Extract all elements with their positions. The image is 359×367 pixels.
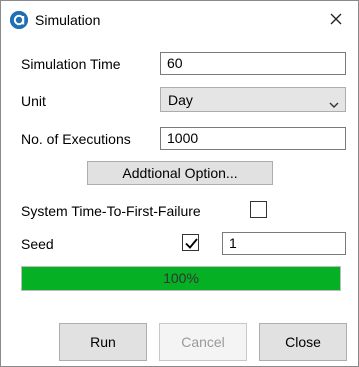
close-button[interactable]: Close [259, 323, 347, 361]
progress-bar: 100% [21, 266, 341, 291]
checkmark-icon [185, 238, 198, 249]
a-logo-icon [10, 11, 28, 29]
title-bar: Simulation [1, 1, 358, 37]
close-icon[interactable] [324, 7, 348, 31]
simulation-time-input[interactable]: 60 [160, 52, 346, 75]
unit-selected-value: Day [168, 92, 193, 108]
progress-text: 100% [163, 270, 199, 286]
unit-label: Unit [21, 93, 46, 109]
executions-label: No. of Executions [21, 131, 131, 147]
cancel-button[interactable]: Cancel [159, 323, 247, 361]
additional-option-button[interactable]: Addtional Option... [87, 161, 273, 185]
ttff-label: System Time-To-First-Failure [21, 203, 201, 219]
ttff-checkbox[interactable] [250, 201, 267, 218]
seed-label: Seed [21, 236, 54, 252]
run-button[interactable]: Run [59, 323, 147, 361]
simulation-time-label: Simulation Time [21, 56, 121, 72]
chevron-down-icon [329, 96, 339, 108]
executions-input[interactable]: 1000 [160, 127, 346, 150]
window-title: Simulation [35, 12, 101, 28]
simulation-dialog: Simulation Simulation Time 60 Unit Day N… [0, 0, 359, 367]
seed-input[interactable]: 1 [222, 232, 346, 255]
unit-select[interactable]: Day [160, 87, 346, 112]
seed-checkbox[interactable] [182, 234, 199, 251]
